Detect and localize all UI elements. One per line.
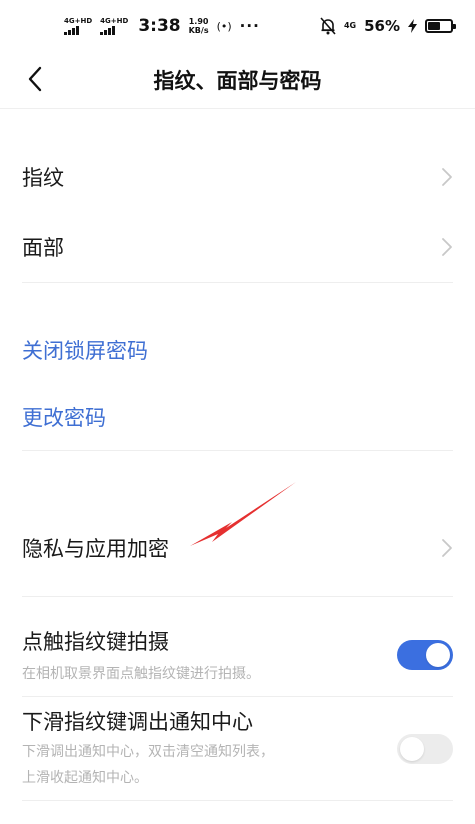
signal-icon-sim1: 4G+HD: [64, 16, 93, 35]
chevron-right-icon: [442, 168, 452, 186]
network-speed-unit: KB/s: [188, 26, 209, 35]
swipe-notification-description-line2: 上滑收起通知中心。: [22, 770, 148, 786]
chevron-right-icon: [442, 238, 452, 256]
battery-percent: 56%: [364, 17, 400, 35]
section-divider: [22, 450, 453, 451]
battery-icon: [425, 19, 456, 33]
close-lock-password-label: 关闭锁屏密码: [22, 339, 148, 363]
privacy-encryption-label: 隐私与应用加密: [22, 537, 169, 561]
section-divider: [22, 800, 453, 801]
status-bar-left: 4G+HD 4G+HD 3:38 1.90 KB/s (•) ···: [64, 16, 260, 36]
change-password-link[interactable]: 更改密码: [0, 384, 475, 450]
mobile-data-4g-icon: 4G: [343, 21, 357, 30]
settings-row-privacy-encryption[interactable]: 隐私与应用加密: [0, 512, 475, 584]
swipe-notification-description-line1: 下滑调出通知中心，双击清空通知列表，: [22, 744, 274, 760]
chevron-left-icon: [28, 66, 42, 92]
status-bar-right: 4G 56%: [320, 17, 456, 35]
section-divider: [22, 596, 453, 597]
top-bar: 指纹、面部与密码: [0, 52, 475, 108]
section-divider: [22, 282, 453, 283]
face-label: 面部: [22, 236, 64, 260]
header-divider: [0, 108, 475, 109]
section-divider: [22, 696, 453, 697]
charging-icon: [408, 19, 417, 33]
touch-capture-toggle[interactable]: [397, 640, 453, 670]
hotspot-icon: (•): [216, 19, 232, 33]
swipe-notification-label: 下滑指纹键调出通知中心: [22, 710, 253, 734]
signal1-label: 4G+HD: [64, 16, 93, 25]
mute-bell-icon: [320, 17, 336, 35]
status-bar: 4G+HD 4G+HD 3:38 1.90 KB/s (•) ··· 4G 56…: [0, 0, 475, 52]
signal-icon-sim2: 4G+HD: [100, 16, 129, 35]
chevron-right-icon: [442, 539, 452, 557]
settings-row-fingerprint[interactable]: 指纹: [0, 142, 475, 212]
fingerprint-label: 指纹: [22, 166, 64, 190]
back-button[interactable]: [18, 62, 52, 96]
touch-capture-label: 点触指纹键拍摄: [22, 630, 169, 654]
battery-fill: [428, 22, 440, 30]
clock: 3:38: [138, 16, 181, 36]
network-speed: 1.90 KB/s: [189, 17, 209, 35]
close-lock-password-link[interactable]: 关闭锁屏密码: [0, 316, 475, 384]
network-speed-value: 1.90: [188, 17, 209, 26]
settings-row-face[interactable]: 面部: [0, 212, 475, 282]
page-title: 指纹、面部与密码: [153, 69, 322, 93]
more-notifications-icon: ···: [239, 17, 260, 35]
change-password-label: 更改密码: [22, 406, 106, 430]
signal2-label: 4G+HD: [100, 16, 129, 25]
swipe-notification-toggle[interactable]: [397, 734, 453, 764]
toggle-knob: [400, 737, 424, 761]
touch-capture-description: 在相机取景界面点触指纹键进行拍摄。: [22, 666, 260, 682]
toggle-knob: [426, 643, 450, 667]
